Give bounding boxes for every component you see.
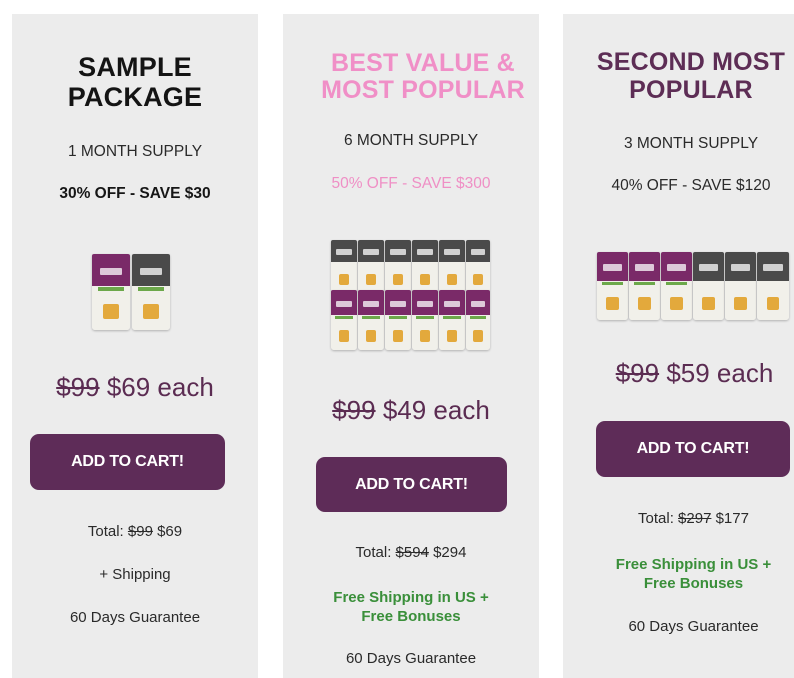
old-price: $99 [332,395,376,425]
total-new: $294 [433,544,467,561]
old-price: $99 [56,372,100,402]
total-old: $297 [678,510,712,527]
discount-label: 30% OFF - SAVE $30 [59,185,211,202]
supply-label: 3 MONTH SUPPLY [623,135,759,152]
total: Total: $594 $294 [355,544,467,561]
new-price: $59 each [666,358,774,388]
product-image [331,240,491,352]
card-title: BEST VALUE & MOST POPULAR [321,49,525,104]
card-title: SAMPLE PACKAGE [67,52,203,112]
total: Total: $297 $177 [638,510,749,527]
total-old: $99 [127,523,153,540]
product-image [597,252,793,322]
price: $99 $49 each [283,395,539,426]
card-title: SECOND MOST POPULAR [596,48,786,104]
product-image [92,252,172,332]
package-card-6month: BEST VALUE & MOST POPULAR 6 MONTH SUPPLY… [283,14,539,678]
supply-label: 6 MONTH SUPPLY [343,132,479,149]
discount-label: 50% OFF - SAVE $300 [331,175,491,192]
price: $99 $59 each [595,358,794,389]
free-shipping-note: Free Shipping in US + Free Bonuses [333,589,489,625]
guarantee: 60 Days Guarantee [345,650,477,667]
discount-label: 40% OFF - SAVE $120 [611,177,771,194]
new-price: $69 each [106,372,214,402]
guarantee: 60 Days Guarantee [628,618,759,635]
add-to-cart-button[interactable]: ADD TO CART! [596,421,790,477]
total: Total: $99 $69 [87,523,183,540]
package-card-1month: SAMPLE PACKAGE 1 MONTH SUPPLY 30% OFF - … [12,14,258,678]
add-to-cart-button[interactable]: ADD TO CART! [30,434,225,490]
add-to-cart-button[interactable]: ADD TO CART! [316,457,507,512]
price: $99 $69 each [12,372,258,403]
shipping-note: + Shipping [99,566,171,583]
free-shipping-note: Free Shipping in US + Free Bonuses [615,556,772,592]
new-price: $49 each [382,395,490,425]
guarantee: 60 Days Guarantee [69,609,201,626]
package-card-3month: SECOND MOST POPULAR 3 MONTH SUPPLY 40% O… [563,14,794,678]
old-price: $99 [615,358,660,388]
supply-label: 1 MONTH SUPPLY [67,143,203,160]
total-new: $177 [715,510,749,527]
total-new: $69 [157,523,183,540]
total-old: $594 [395,544,429,561]
